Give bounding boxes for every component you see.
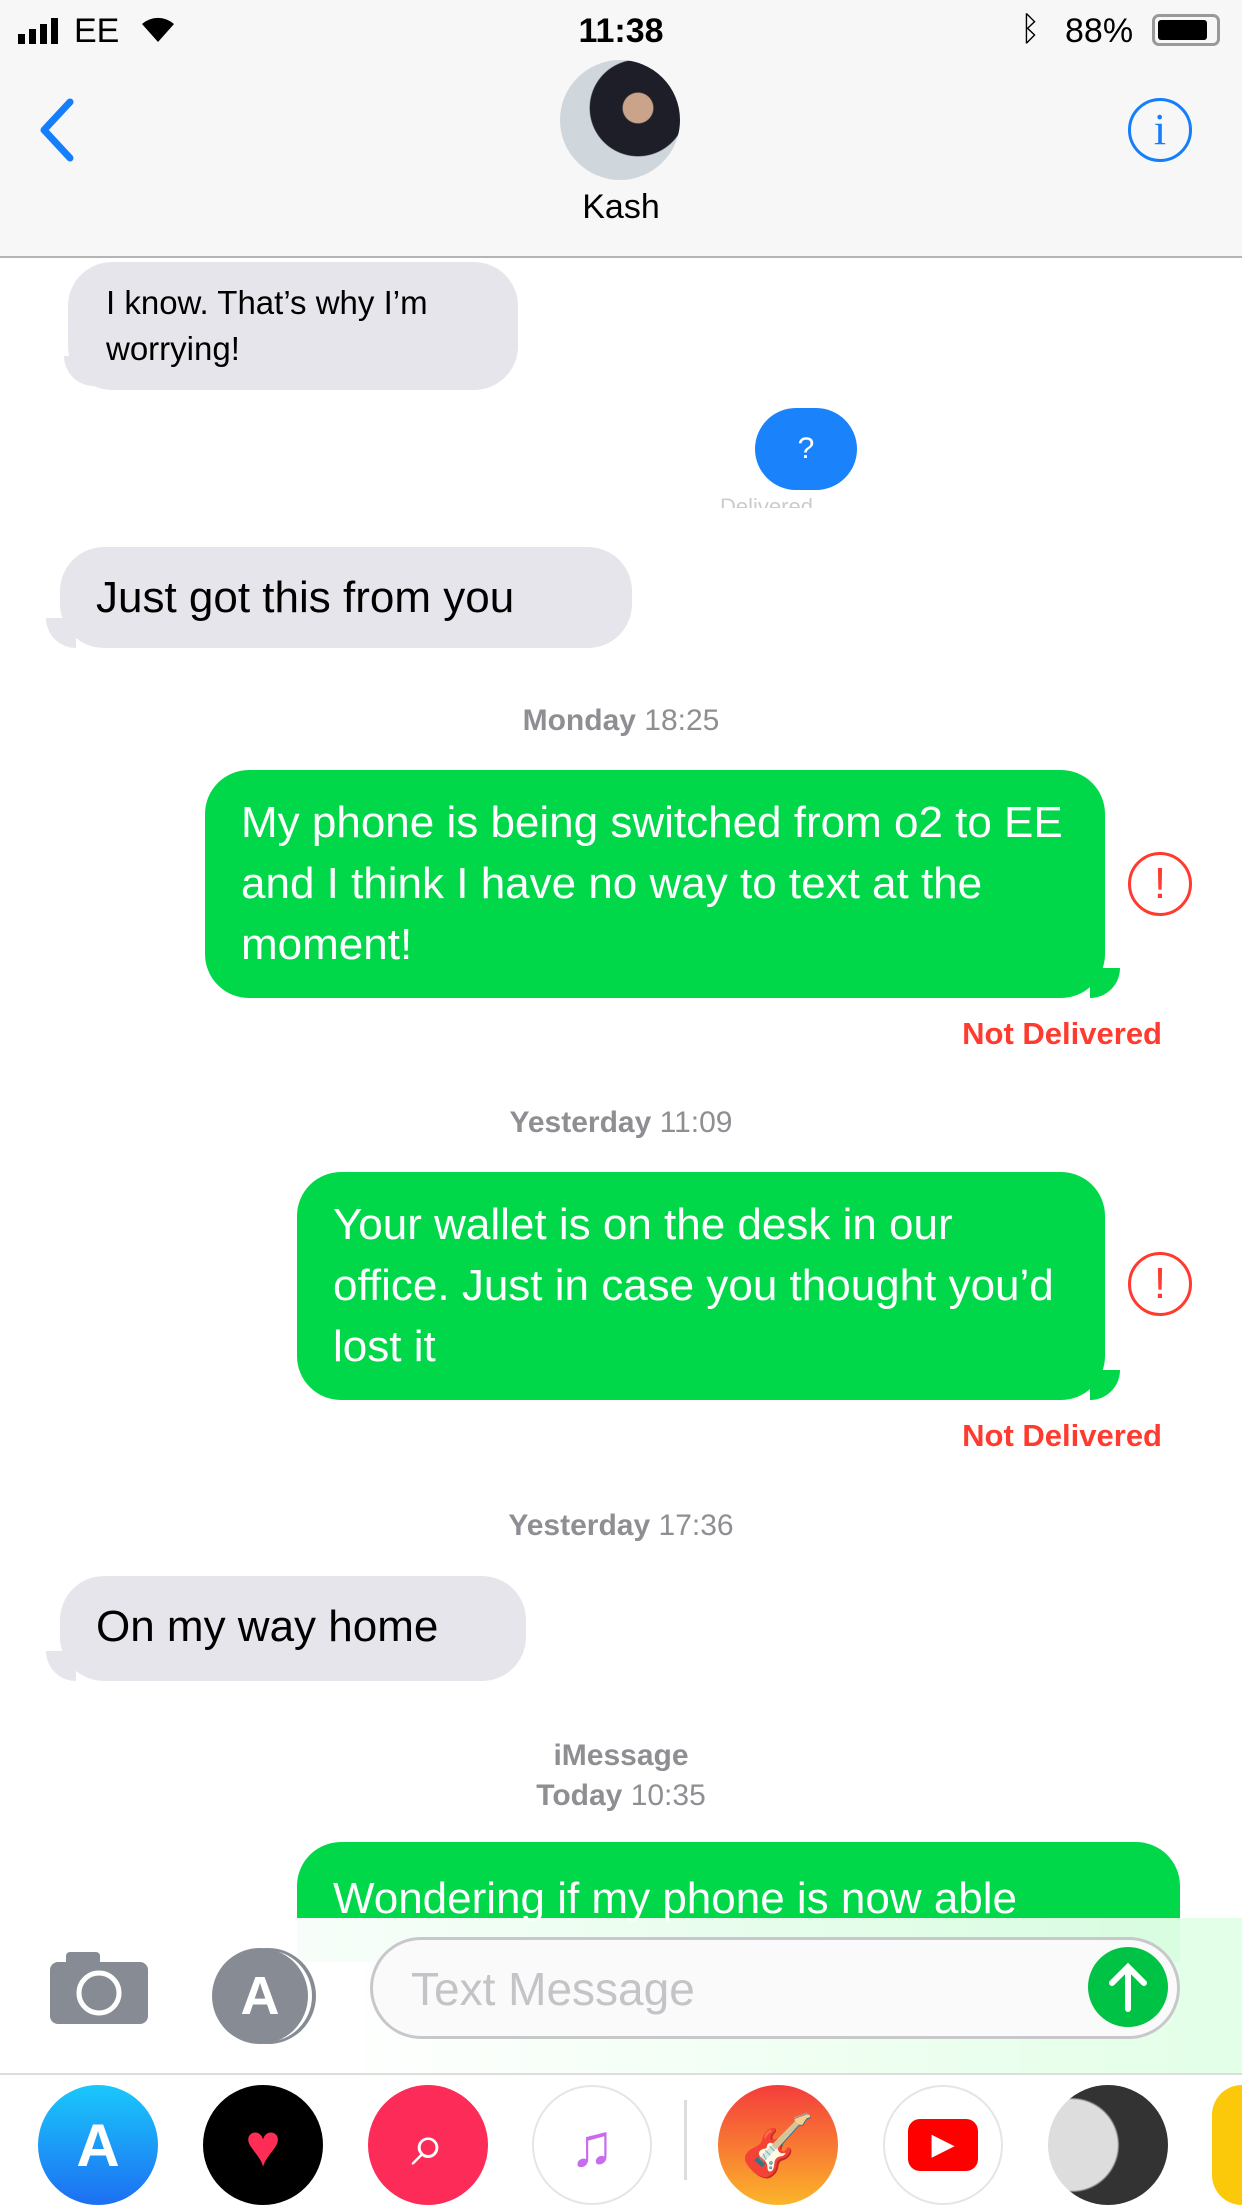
send-button[interactable] xyxy=(1088,1947,1168,2027)
back-chevron-icon[interactable] xyxy=(36,98,76,162)
message-outgoing-imessage[interactable]: ? xyxy=(755,408,857,490)
timestamp: Yesterday 11:09 xyxy=(509,1106,733,1139)
contact-name[interactable]: Kash xyxy=(0,188,1242,227)
music-icon[interactable]: ♫ xyxy=(532,2085,652,2205)
bluetooth-icon: ᛒ xyxy=(1020,10,1041,48)
delivered-status: Delivered xyxy=(720,494,813,508)
message-incoming[interactable]: On my way home xyxy=(60,1576,526,1681)
message-incoming[interactable]: I know. That’s why I’m worrying! xyxy=(68,262,518,390)
contact-avatar[interactable] xyxy=(560,60,680,180)
message-incoming[interactable]: Just got this from you xyxy=(60,547,632,648)
not-delivered-status: Not Delivered xyxy=(962,1418,1162,1453)
input-placeholder: Text Message xyxy=(411,1963,695,2015)
info-icon[interactable]: i xyxy=(1128,98,1192,162)
status-bar: EE 11:38 ᛒ 88% xyxy=(0,0,1242,62)
youtube-icon[interactable]: ▶ xyxy=(883,2085,1003,2205)
text-message-input[interactable]: Text Message xyxy=(370,1937,1180,2039)
emoji-app-icon[interactable] xyxy=(1212,2085,1242,2205)
camera-icon[interactable] xyxy=(50,1948,148,2024)
error-icon[interactable]: ! xyxy=(1128,852,1192,916)
error-icon[interactable]: ! xyxy=(1128,1252,1192,1316)
garageband-icon[interactable]: 🎸 xyxy=(718,2085,838,2205)
app-store-icon[interactable]: A xyxy=(212,1948,308,2044)
digital-touch-icon[interactable]: ♥ xyxy=(203,2085,323,2205)
moon-app-icon[interactable] xyxy=(1048,2085,1168,2205)
battery-icon xyxy=(1152,14,1220,46)
battery-percent: 88% xyxy=(1065,12,1134,50)
timestamp: iMessage Today 10:35 xyxy=(536,1739,706,1812)
clock: 11:38 xyxy=(578,12,664,50)
timestamp: Monday 18:25 xyxy=(522,704,720,737)
not-delivered-status: Not Delivered xyxy=(962,1016,1162,1051)
timestamp: Yesterday 17:36 xyxy=(508,1509,734,1542)
message-outgoing-sms[interactable]: Your wallet is on the desk in our office… xyxy=(297,1172,1105,1400)
app-store-app-icon[interactable]: A xyxy=(38,2085,158,2205)
message-outgoing-sms[interactable]: My phone is being switched from o2 to EE… xyxy=(205,770,1105,998)
dock-divider xyxy=(684,2100,687,2180)
image-search-icon[interactable]: ⌕ xyxy=(368,2085,488,2205)
